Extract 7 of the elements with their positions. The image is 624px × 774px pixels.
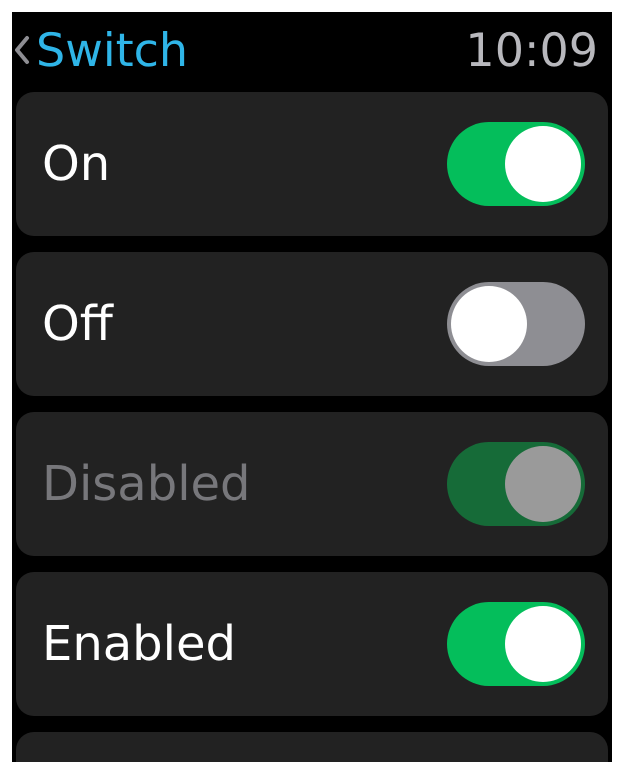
- switch-label: On: [42, 136, 110, 192]
- screen-title[interactable]: Switch: [36, 23, 188, 77]
- back-chevron-icon[interactable]: [14, 35, 30, 65]
- clock-time: 10:09: [465, 23, 598, 77]
- switch-label: Off: [42, 296, 113, 352]
- switch-label: Disabled: [42, 456, 251, 512]
- switch-label: Enabled: [42, 616, 236, 672]
